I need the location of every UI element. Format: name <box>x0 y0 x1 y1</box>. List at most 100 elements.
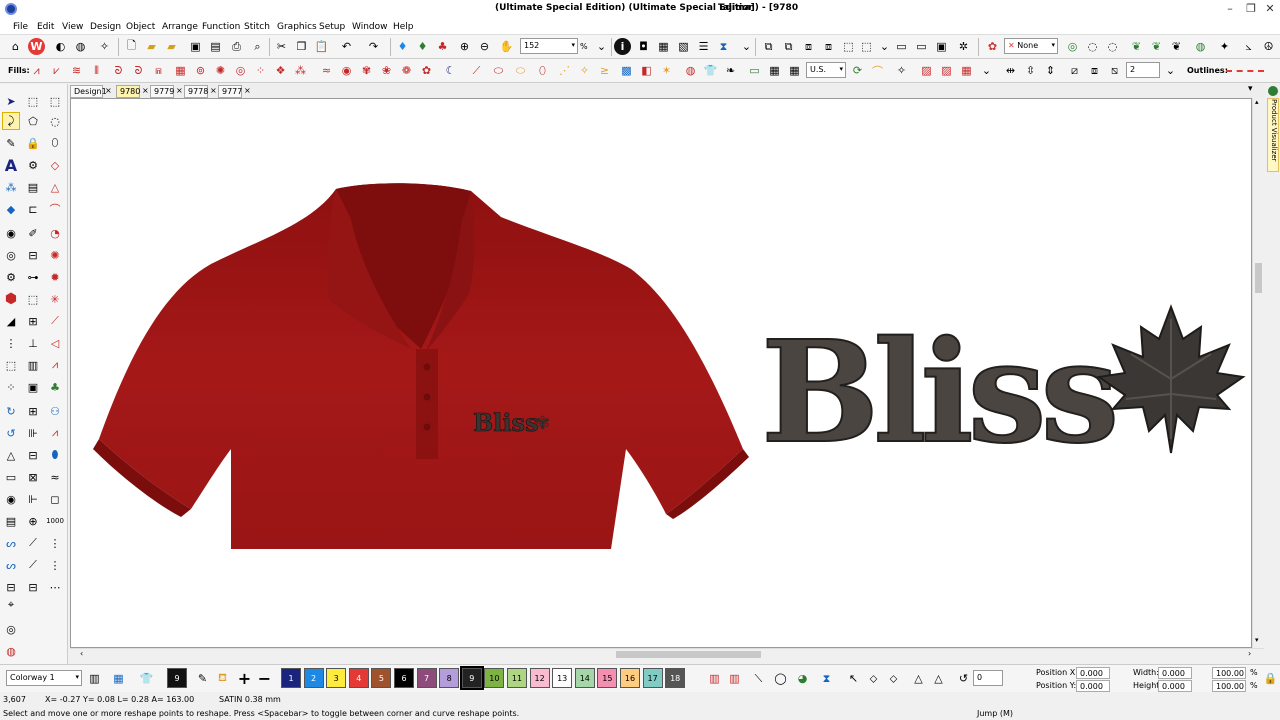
bracket-icon[interactable]: ⊏ <box>24 200 42 218</box>
tab-close-icon[interactable]: × <box>210 86 217 95</box>
product-visualizer-tab[interactable]: Product Visualizer <box>1267 98 1279 172</box>
diag-icon[interactable]: ⟋ <box>24 534 42 552</box>
settings-icon[interactable]: ✲ <box>955 38 972 55</box>
fill-flower2-icon[interactable]: ❀ <box>378 62 395 79</box>
height-percent-field[interactable]: 100.00 <box>1212 680 1246 692</box>
square-tool-icon[interactable]: ◻ <box>46 490 64 508</box>
cut-icon[interactable]: ✂ <box>273 38 290 55</box>
cross-grid-icon[interactable]: ⊠ <box>24 468 42 486</box>
horizontal-scroll-thumb[interactable] <box>616 651 761 658</box>
skew-icon[interactable]: ⧄ <box>1066 62 1083 79</box>
redo-icon[interactable]: ↷ <box>365 38 382 55</box>
square-dots-icon[interactable]: ⬚ <box>24 290 42 308</box>
team-names-icon[interactable]: ⁂ <box>2 178 20 196</box>
open-recent-icon[interactable]: ▰ <box>163 38 180 55</box>
pattern-c-icon[interactable]: ▦ <box>958 62 975 79</box>
colorway-combo[interactable]: Colorway 1 ▾ <box>6 670 82 686</box>
polygon-select-icon[interactable]: ⬠ <box>24 112 42 130</box>
monogram-icon[interactable]: ⚙ <box>24 156 42 174</box>
wreath-icon[interactable]: ◎ <box>1064 38 1081 55</box>
fill-grid-icon[interactable]: ▦ <box>172 62 189 79</box>
loop-icon[interactable]: ⟳ <box>849 62 866 79</box>
distribute-icon[interactable]: ⬚ <box>858 38 875 55</box>
tab-9777[interactable]: 9777 <box>218 85 242 98</box>
design-canvas[interactable]: Bliss ✾ Bliss <box>70 98 1252 648</box>
counter-icon[interactable]: 1000 <box>46 512 64 530</box>
fill-circle-icon[interactable]: ◎ <box>232 62 249 79</box>
appliqué-icon[interactable]: ❧ <box>722 62 739 79</box>
image-icon[interactable]: ▩ <box>618 62 635 79</box>
blob-icon[interactable]: ◍ <box>2 642 20 660</box>
eyedropper-icon[interactable]: ✎ <box>194 670 211 687</box>
fill-wand-icon[interactable]: ⋰ <box>556 62 573 79</box>
spool-icon[interactable]: ⧗ <box>715 38 732 55</box>
circle-fill-icon[interactable]: ◍ <box>682 62 699 79</box>
menu-design[interactable]: Design <box>90 22 121 32</box>
compass-icon[interactable]: ⦣ <box>1240 38 1257 55</box>
circle-target-icon[interactable]: ◉ <box>2 224 20 242</box>
hook2-icon[interactable]: ᔕ <box>2 556 20 574</box>
info-icon[interactable]: i <box>614 38 631 55</box>
dots-grid-icon[interactable]: ⁘ <box>2 378 20 396</box>
cursor-icon[interactable]: ↖ <box>845 670 862 687</box>
fill-pattern-icon[interactable]: ⁂ <box>292 62 309 79</box>
globe-tool-icon[interactable]: ◎ <box>2 620 20 638</box>
branch3-icon[interactable]: ❦ <box>1168 38 1185 55</box>
color-swatch-5[interactable]: 5 <box>371 668 392 688</box>
diamond-tool-icon[interactable]: ◆ <box>2 200 20 218</box>
wedge-tool-icon[interactable]: ◁ <box>46 334 64 352</box>
current-color-swatch[interactable]: 9 <box>167 668 187 688</box>
none-combo[interactable]: ✕ None ▾ <box>1004 38 1058 54</box>
triangle-nodes-icon[interactable]: △ <box>2 446 20 464</box>
starfish-icon[interactable]: ✶ <box>658 62 675 79</box>
select-arrow-icon[interactable]: ➤ <box>2 92 20 110</box>
menu-stitch[interactable]: Stitch <box>244 22 270 32</box>
stop-icon[interactable]: ⬢ <box>2 290 20 308</box>
arch-icon[interactable]: ⌒ <box>869 62 886 79</box>
fill-sparkle-icon[interactable]: ✧ <box>576 62 593 79</box>
cup-icon[interactable]: ⬮ <box>46 446 64 464</box>
menu-edit[interactable]: Edit <box>37 22 54 32</box>
undo-count-field[interactable]: 0 <box>973 670 1003 686</box>
fill-spiral-icon[interactable]: ◉ <box>338 62 355 79</box>
fill-flower4-icon[interactable]: ✿ <box>418 62 435 79</box>
print-preview-icon[interactable]: ⌕ <box>249 38 266 55</box>
color-wheel-icon[interactable]: ◕ <box>794 670 811 687</box>
new-file-icon[interactable]: 🗋 <box>123 38 140 55</box>
slow-redraw-icon[interactable]: ♦ <box>414 38 431 55</box>
color-swatch-2[interactable]: 2 <box>303 668 324 688</box>
mirror-h-icon[interactable]: ⇹ <box>1002 62 1019 79</box>
tab-close-icon[interactable]: × <box>244 86 251 95</box>
fill-zigzag-icon[interactable]: ⩘ <box>28 62 45 79</box>
fill-moon-icon[interactable]: ☾ <box>442 62 459 79</box>
color-swatch-7[interactable]: 7 <box>416 668 437 688</box>
minimize-button[interactable]: – <box>1222 2 1238 16</box>
scroll-left-icon[interactable]: ‹ <box>80 649 83 658</box>
zoom-combo[interactable]: 152 ▾ <box>520 38 578 54</box>
fill-leaf-icon[interactable]: ⬭ <box>490 62 507 79</box>
color-swatch-4[interactable]: 4 <box>348 668 369 688</box>
peace-icon[interactable]: ☮ <box>1260 38 1277 55</box>
line-tool-icon[interactable]: ⟍ <box>750 670 767 687</box>
color-swatch-14[interactable]: 14 <box>574 668 595 688</box>
needle-icon[interactable]: ⟋ <box>24 556 42 574</box>
grid-tool-icon[interactable]: ⊞ <box>24 312 42 330</box>
copy-icon[interactable]: ❐ <box>293 38 310 55</box>
monitor-icon[interactable]: ▭ <box>913 38 930 55</box>
fill-wave-icon[interactable]: ≋ <box>68 62 85 79</box>
box-tool-icon[interactable]: ▭ <box>2 468 20 486</box>
branch2-icon[interactable]: ❦ <box>1148 38 1165 55</box>
tab-design1[interactable]: Design1 <box>70 85 107 98</box>
slant-icon[interactable]: ⧅ <box>1106 62 1123 79</box>
more-arrow-icon[interactable]: ⌄ <box>876 38 893 55</box>
fill-loops-icon[interactable]: ᘐ <box>110 62 127 79</box>
hoop-icon[interactable]: ◘ <box>635 38 652 55</box>
fill-zigzag2-icon[interactable]: ⩗ <box>48 62 65 79</box>
width-field[interactable]: 0.000 <box>1158 667 1192 679</box>
fill-scroll-icon[interactable]: ≥ <box>596 62 613 79</box>
color-swatch-8[interactable]: 8 <box>439 668 460 688</box>
tab-9780[interactable]: 9780 <box>116 85 140 98</box>
garment-icon[interactable]: 👕 <box>138 670 155 687</box>
more-arrow-icon[interactable]: ⌄ <box>978 62 995 79</box>
zig-tool-icon[interactable]: ⩘ <box>46 356 64 374</box>
